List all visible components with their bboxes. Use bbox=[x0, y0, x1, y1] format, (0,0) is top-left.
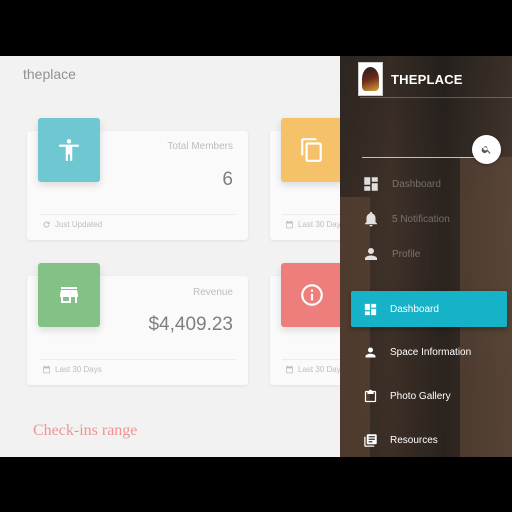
nav-item-label: Resources bbox=[390, 434, 438, 446]
search-input[interactable] bbox=[362, 157, 478, 158]
dashboard-icon bbox=[362, 175, 380, 193]
background-building bbox=[340, 197, 370, 457]
library-icon bbox=[362, 432, 378, 448]
brand-name: THEPLACE bbox=[391, 71, 463, 87]
bell-icon bbox=[362, 210, 380, 228]
drawer-brand[interactable]: THEPLACE bbox=[358, 62, 463, 96]
drawer-faded-item-profile[interactable]: Profile bbox=[362, 245, 420, 263]
search-icon bbox=[481, 146, 491, 154]
person-icon bbox=[362, 344, 378, 360]
drawer-faded-item-dashboard[interactable]: Dashboard bbox=[362, 175, 441, 193]
divider bbox=[360, 97, 512, 98]
search-button[interactable] bbox=[472, 135, 501, 164]
nav-drawer: THEPLACE Dashboard 5 Notification Profil… bbox=[340, 56, 512, 457]
nav-item-resources[interactable]: Resources bbox=[351, 422, 507, 457]
nav-item-photo-gallery[interactable]: Photo Gallery bbox=[351, 378, 507, 414]
drawer-faded-label: Profile bbox=[392, 248, 421, 260]
person-icon bbox=[362, 245, 380, 263]
nav-item-space-information[interactable]: Space Information bbox=[351, 334, 507, 370]
dashboard-icon bbox=[362, 301, 378, 317]
brand-logo bbox=[358, 62, 383, 96]
nav-item-dashboard[interactable]: Dashboard bbox=[351, 291, 507, 327]
nav-item-label: Photo Gallery bbox=[390, 390, 451, 402]
nav-item-label: Dashboard bbox=[390, 303, 439, 315]
drawer-faded-label: 5 Notification bbox=[392, 213, 450, 225]
drawer-faded-label: Dashboard bbox=[392, 178, 441, 190]
app-viewport: theplace Total Members 6 Just Updated La… bbox=[0, 56, 512, 457]
drawer-faded-item-notification[interactable]: 5 Notification bbox=[362, 210, 450, 228]
clipboard-icon bbox=[362, 388, 378, 404]
nav-item-label: Space Information bbox=[390, 346, 472, 358]
